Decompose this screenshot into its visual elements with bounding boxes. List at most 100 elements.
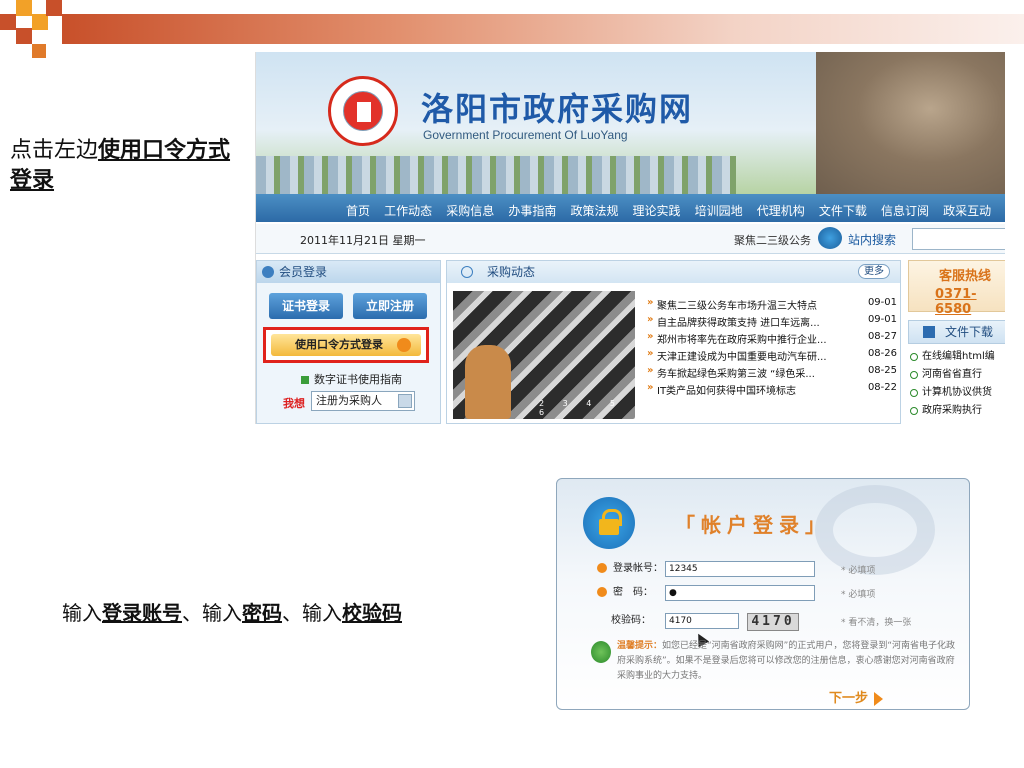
nav-subscribe[interactable]: 信息订阅: [881, 202, 929, 219]
nav-downloads[interactable]: 文件下载: [819, 202, 867, 219]
instruction-2-text: 、输入: [282, 601, 342, 625]
download-icon: [923, 326, 935, 338]
instruction-2-text: 、输入: [182, 601, 242, 625]
list-item[interactable]: 天津正建设成为中国重要电动汽车研...08-26: [647, 348, 897, 365]
files-title: 文件下载: [945, 325, 994, 339]
skyline-image: [256, 156, 736, 194]
right-sidebar: 客服热线 0371-6580 文件下载 在线编辑html编 河南省省直行 计算机…: [908, 260, 1005, 424]
instruction-1: 点击左边使用口令方式登录: [10, 136, 240, 196]
hotline-box: 客服热线 0371-6580: [908, 260, 1005, 317]
tip-text: 如您已经是“河南省政府采购网”的正式用户，您将登录到“河南省电子化政府采购系统”…: [617, 641, 956, 681]
bullet-icon: [301, 376, 309, 384]
list-item[interactable]: 在线编辑html编: [908, 350, 1005, 364]
members-icon: [262, 266, 274, 278]
key-watermark-icon: [815, 485, 935, 575]
register-button[interactable]: 立即注册: [353, 293, 427, 319]
news-title: 采购动态: [487, 265, 536, 279]
hotline-number: 0371-6580: [935, 287, 977, 317]
next-step-button[interactable]: 下一步: [829, 687, 884, 706]
nav-agency[interactable]: 代理机构: [757, 202, 805, 219]
nav-work-news[interactable]: 工作动态: [384, 202, 432, 219]
instruction-1-prefix: 点击左边: [10, 138, 99, 163]
site-search-label[interactable]: 站内搜索: [848, 231, 896, 248]
account-input[interactable]: 12345: [665, 561, 815, 577]
list-item[interactable]: IT类产品如何获得中国环境标志08-22: [647, 382, 897, 399]
required-note: * 必填项: [841, 590, 876, 600]
password-row: 密 码：: [597, 585, 653, 603]
site-search-input[interactable]: [912, 228, 1005, 250]
nav-training[interactable]: 培训园地: [695, 202, 743, 219]
news-photo-slideshow[interactable]: 2 3 4 5 6: [453, 291, 635, 419]
instruction-2-bold-captcha: 校验码: [342, 601, 402, 625]
member-login-header: 会员登录: [257, 261, 440, 283]
token-login-label: 使用口令方式登录: [295, 338, 383, 351]
required-note: * 必填项: [841, 566, 876, 576]
list-item[interactable]: 郑州市将率先在政府采购中推行企业...08-27: [647, 331, 897, 348]
password-input[interactable]: ●: [665, 585, 815, 601]
site-subtitle: Government Procurement Of LuoYang: [423, 128, 628, 142]
nav-policy[interactable]: 政策法规: [570, 202, 618, 219]
hotline-label: 客服热线: [939, 269, 992, 284]
register-type-value: 注册为采购人: [316, 394, 382, 407]
arrow-right-icon: [874, 691, 884, 706]
nav-guide[interactable]: 办事指南: [508, 202, 556, 219]
lock-icon: [583, 497, 635, 549]
nav-theory[interactable]: 理论实践: [633, 202, 681, 219]
arrow-right-icon: [597, 563, 607, 573]
instruction-2-bold-password: 密码: [242, 601, 282, 625]
instruction-2: 输入登录账号、输入密码、输入校验码: [62, 598, 402, 628]
arrow-right-icon: [597, 587, 607, 597]
plant-icon: [591, 641, 611, 663]
dialog-title: 「帐户登录」: [675, 513, 831, 537]
token-login-button[interactable]: 使用口令方式登录: [271, 334, 421, 356]
files-list: 在线编辑html编 河南省省直行 计算机协议供货 政府采购执行: [908, 350, 1005, 422]
main-nav: 首页 工作动态 采购信息 办事指南 政策法规 理论实践 培训园地 代理机构 文件…: [256, 194, 1005, 222]
list-item[interactable]: 自主品牌获得政策支持 进口车远离...09-01: [647, 314, 897, 331]
more-button[interactable]: 更多: [858, 264, 890, 279]
next-step-label: 下一步: [829, 691, 869, 706]
instruction-2-text: 输入: [62, 601, 102, 625]
list-item[interactable]: 聚焦二三级公务车市场升温三大特点09-01: [647, 297, 897, 314]
website-screenshot: 洛阳市政府采购网 Government Procurement Of LuoYa…: [255, 52, 1005, 424]
slideshow-pager[interactable]: 2 3 4 5 6: [539, 399, 635, 417]
cert-guide-label: 数字证书使用指南: [314, 373, 402, 386]
member-login-panel: 会员登录 证书登录 立即注册 使用口令方式登录 数字证书使用指南 我想 注册为采…: [256, 260, 441, 424]
collapse-icon[interactable]: [461, 266, 473, 278]
nav-interact[interactable]: 政采互动: [943, 202, 991, 219]
cert-guide-link[interactable]: 数字证书使用指南: [301, 371, 402, 387]
site-title: 洛阳市政府采购网: [421, 90, 694, 128]
news-header: 采购动态 更多: [447, 261, 900, 283]
buddha-image: [816, 52, 1005, 194]
password-label: 密 码：: [613, 587, 653, 598]
account-row: 登录帐号：: [597, 561, 663, 579]
want-label: 我想: [283, 397, 305, 410]
list-item[interactable]: 计算机协议供货: [908, 386, 1005, 400]
highlight-box: 使用口令方式登录: [263, 327, 429, 363]
current-date: 2011年11月21日 星期一: [300, 234, 426, 247]
account-label: 登录帐号：: [613, 563, 663, 574]
member-login-title: 会员登录: [279, 265, 328, 279]
news-list: 聚焦二三级公务车市场升温三大特点09-01 自主品牌获得政策支持 进口车远离..…: [647, 297, 897, 399]
tip-label: 温馨提示：: [617, 641, 663, 651]
captcha-refresh-link[interactable]: * 看不清，换一张: [841, 615, 911, 628]
captcha-label: 校验码：: [611, 615, 651, 626]
cert-login-button[interactable]: 证书登录: [269, 293, 343, 319]
list-item[interactable]: 河南省省直行: [908, 368, 1005, 382]
slide-header-bar: [62, 14, 1024, 44]
emblem-logo: [328, 76, 398, 146]
nav-home[interactable]: 首页: [346, 202, 370, 219]
register-type-select[interactable]: 注册为采购人: [311, 391, 415, 411]
nav-procurement-info[interactable]: 采购信息: [446, 202, 494, 219]
account-login-dialog: 「帐户登录」 登录帐号： 12345 * 必填项 密 码： ● * 必填项 校验…: [556, 478, 970, 710]
procurement-news-panel: 采购动态 更多 2 3 4 5 6 聚焦二三级公务车市场升温三大特点09-01 自…: [446, 260, 901, 424]
instruction-2-bold-account: 登录账号: [102, 601, 182, 625]
captcha-input[interactable]: 4170: [665, 613, 739, 629]
captcha-image[interactable]: 4170: [747, 613, 799, 631]
news-ticker[interactable]: 聚焦二三级公务: [734, 232, 811, 248]
site-banner: 洛阳市政府采购网 Government Procurement Of LuoYa…: [256, 52, 1005, 194]
arrow-right-icon: [397, 338, 411, 352]
list-item[interactable]: 政府采购执行: [908, 404, 1005, 418]
list-item[interactable]: 务车掀起绿色采购第三波 “绿色采...08-25: [647, 365, 897, 382]
captcha-row: 校验码：: [611, 613, 651, 631]
search-icon[interactable]: [818, 227, 842, 249]
